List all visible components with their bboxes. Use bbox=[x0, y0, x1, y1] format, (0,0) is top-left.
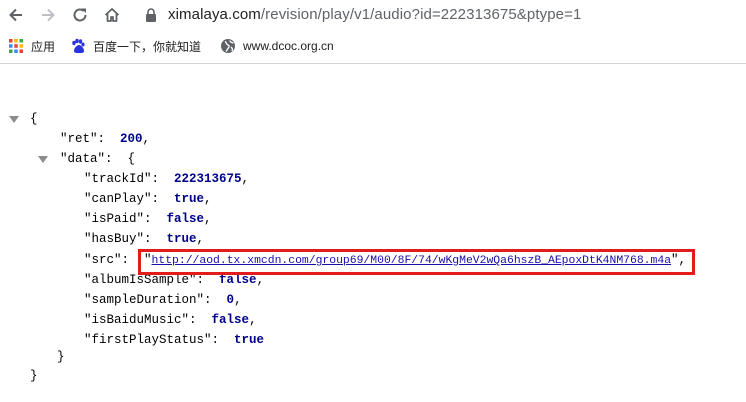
json-open-brace: { bbox=[30, 112, 38, 126]
json-canplay-row: "canPlay": true, bbox=[84, 192, 212, 206]
json-value: false bbox=[211, 313, 250, 327]
json-value: true bbox=[234, 333, 265, 347]
json-value: true bbox=[174, 192, 205, 206]
home-icon bbox=[104, 8, 120, 22]
url-host: ximalaya.com bbox=[168, 6, 261, 23]
json-ret-row: "ret": 200, bbox=[60, 132, 151, 146]
json-hasbuy-row: "hasBuy": true, bbox=[84, 232, 205, 246]
json-value: 0 bbox=[226, 293, 235, 307]
json-value: true bbox=[166, 232, 197, 246]
json-key: "data" bbox=[60, 152, 106, 166]
json-key: "firstPlayStatus" bbox=[84, 333, 212, 347]
bookmark-baidu[interactable]: 百度一下，你就知道 bbox=[70, 37, 201, 55]
json-key: "hasBuy" bbox=[84, 232, 145, 246]
json-data-close-brace: } bbox=[57, 350, 65, 364]
arrow-left-icon bbox=[9, 8, 22, 22]
json-trackid-row: "trackId": 222313675, bbox=[84, 172, 250, 186]
src-highlight-box bbox=[138, 249, 695, 275]
bookmark-apps-label: 应用 bbox=[31, 39, 56, 54]
forward-button[interactable] bbox=[36, 3, 60, 27]
reload-button[interactable] bbox=[68, 3, 92, 27]
json-value: false bbox=[166, 212, 205, 226]
json-firstplaystatus-row: "firstPlayStatus": true bbox=[84, 333, 265, 347]
json-key: "ret" bbox=[60, 132, 98, 146]
json-key: "albumIsSample" bbox=[84, 273, 197, 287]
browser-toolbar: ximalaya.com/revision/play/v1/audio?id=2… bbox=[0, 0, 746, 30]
home-button[interactable] bbox=[100, 3, 124, 27]
json-key: "sampleDuration" bbox=[84, 293, 205, 307]
apps-grid-icon bbox=[9, 39, 23, 53]
bookmark-dcoc-label: www.dcoc.org.cn bbox=[243, 39, 334, 53]
collapse-root-toggle[interactable] bbox=[9, 116, 19, 123]
json-key: "trackId" bbox=[84, 172, 152, 186]
json-key: "canPlay" bbox=[84, 192, 152, 206]
collapse-data-toggle[interactable] bbox=[38, 156, 48, 163]
json-close-brace: } bbox=[30, 369, 38, 383]
baidu-paw-icon bbox=[72, 38, 85, 53]
json-data-row: "data": { bbox=[60, 152, 136, 166]
json-key: "src" bbox=[84, 253, 122, 267]
json-viewer: { "ret": 200, "data": { "trackId": 22231… bbox=[0, 64, 746, 402]
json-key: "isBaiduMusic" bbox=[84, 313, 190, 327]
url-path: /revision/play/v1/audio?id=222313675&pty… bbox=[260, 6, 582, 23]
json-value: 200 bbox=[120, 132, 143, 146]
json-key: "isPaid" bbox=[84, 212, 145, 226]
lock-icon bbox=[146, 8, 156, 22]
json-value: false bbox=[219, 273, 257, 287]
back-button[interactable] bbox=[4, 3, 28, 27]
bookmarks-bar: 应用 百度一下，你就知道 www.dcoc.org.cn bbox=[0, 30, 746, 62]
json-value: 222313675 bbox=[174, 172, 242, 186]
bookmark-dcoc[interactable]: www.dcoc.org.cn bbox=[220, 37, 334, 55]
bookmark-baidu-label: 百度一下，你就知道 bbox=[93, 39, 202, 54]
globe-icon bbox=[221, 39, 235, 53]
json-data-open-brace: { bbox=[127, 152, 136, 166]
json-ispaid-row: "isPaid": false, bbox=[84, 212, 212, 226]
arrow-right-icon bbox=[42, 8, 55, 22]
json-sampleduration-row: "sampleDuration": 0, bbox=[84, 293, 242, 307]
json-isbaidumusic-row: "isBaiduMusic": false, bbox=[84, 313, 257, 327]
reload-icon bbox=[73, 8, 87, 22]
bookmark-apps[interactable]: 应用 bbox=[8, 37, 55, 55]
address-bar[interactable]: ximalaya.com/revision/play/v1/audio?id=2… bbox=[168, 6, 581, 24]
